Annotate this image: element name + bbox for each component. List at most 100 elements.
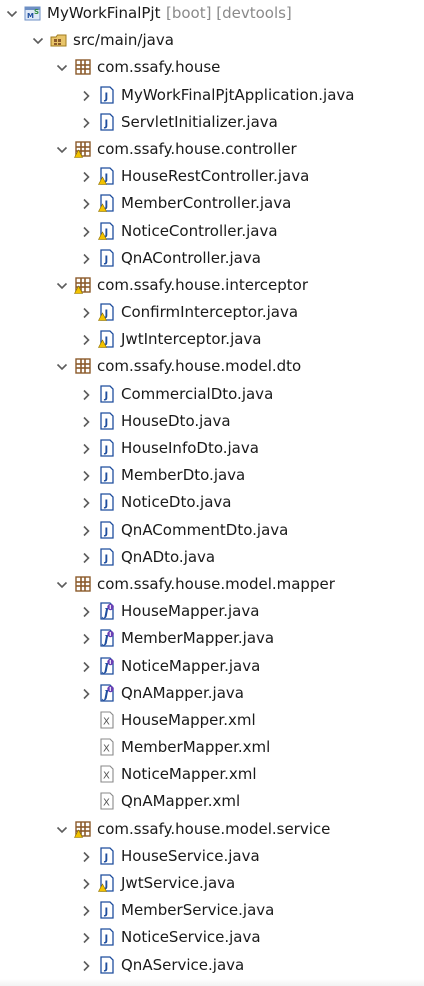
chevron-right-icon[interactable] xyxy=(80,653,94,680)
chevron-right-icon[interactable] xyxy=(80,680,94,707)
tree-item-file[interactable]: X HouseMapper.xml xyxy=(0,707,424,734)
tree-item-file[interactable]: J MemberDto.java xyxy=(0,462,424,489)
chevron-right-icon[interactable] xyxy=(80,435,94,462)
tree-item-file[interactable]: J CommercialDto.java xyxy=(0,381,424,408)
chevron-down-icon[interactable] xyxy=(56,571,70,598)
tree-item-file[interactable]: J HouseService.java xyxy=(0,843,424,870)
tree-item-label: QnADto.java xyxy=(121,547,216,566)
svg-text:J: J xyxy=(104,526,109,537)
java-class-icon: J xyxy=(98,901,116,919)
chevron-right-icon[interactable] xyxy=(80,326,94,353)
chevron-down-icon[interactable] xyxy=(32,27,46,54)
svg-text:J: J xyxy=(104,499,109,510)
chevron-right-icon[interactable] xyxy=(80,870,94,897)
chevron-right-icon[interactable] xyxy=(80,544,94,571)
tree-item-project[interactable]: M S MyWorkFinalPjt [boot] [devtools] xyxy=(0,0,424,27)
tree-item-label: com.ssafy.house.interceptor xyxy=(97,275,308,294)
tree-item-file[interactable]: X NoticeMapper.xml xyxy=(0,761,424,788)
tree-item-file[interactable]: J MyWorkFinalPjtApplication.java xyxy=(0,82,424,109)
java-class-icon: J xyxy=(98,85,116,104)
spring-project-icon: M S xyxy=(24,4,42,22)
tree-item-package[interactable]: com.ssafy.house.interceptor xyxy=(0,272,424,299)
chevron-right-icon[interactable] xyxy=(80,952,94,979)
chevron-right-icon[interactable] xyxy=(80,489,94,516)
chevron-down-icon[interactable] xyxy=(56,816,70,843)
tree-item-file[interactable]: J HouseRestController.java xyxy=(0,163,424,190)
chevron-right-icon[interactable] xyxy=(80,625,94,652)
svg-text:J: J xyxy=(104,553,109,564)
tree-item-package[interactable]: com.ssafy.house.model.mapper xyxy=(0,571,424,598)
tree-item-file[interactable]: J HouseDto.java xyxy=(0,408,424,435)
chevron-right-icon[interactable] xyxy=(80,408,94,435)
tree-item-label: com.ssafy.house.model.mapper xyxy=(97,574,335,593)
tree-item-label: NoticeMapper.xml xyxy=(121,765,257,784)
tree-item-file[interactable]: J NoticeController.java xyxy=(0,218,424,245)
tree-item-package[interactable]: com.ssafy.house.model.dto xyxy=(0,353,424,380)
svg-text:X: X xyxy=(103,771,110,782)
chevron-right-icon[interactable] xyxy=(80,245,94,272)
tree-item-file[interactable]: J QnAService.java xyxy=(0,952,424,979)
chevron-right-icon[interactable] xyxy=(80,517,94,544)
tree-item-file[interactable]: J QnACommentDto.java xyxy=(0,517,424,544)
tree-item-file[interactable]: J HouseInfoDto.java xyxy=(0,435,424,462)
chevron-down-icon[interactable] xyxy=(56,54,70,81)
tree-item-label: QnACommentDto.java xyxy=(121,520,289,539)
tree-item-file[interactable]: J JwtInterceptor.java xyxy=(0,326,424,353)
tree-item-file[interactable]: J QnAController.java xyxy=(0,245,424,272)
chevron-right-icon[interactable] xyxy=(80,163,94,190)
tree-item-file[interactable]: J JwtService.java xyxy=(0,870,424,897)
java-class-icon: J xyxy=(98,466,116,484)
tree-item-file[interactable]: J I HouseMapper.java xyxy=(0,598,424,625)
tree-item-label: HouseMapper.java xyxy=(121,602,260,621)
svg-text:I: I xyxy=(109,605,111,611)
svg-text:I: I xyxy=(109,633,111,639)
tree-item-package[interactable]: com.ssafy.house.model.service xyxy=(0,816,424,843)
chevron-right-icon[interactable] xyxy=(80,843,94,870)
java-class-warning-icon: J xyxy=(98,303,116,321)
tree-item-file[interactable]: X QnAMapper.xml xyxy=(0,788,424,815)
chevron-right-icon[interactable] xyxy=(80,598,94,625)
svg-text:J: J xyxy=(104,907,109,918)
java-class-icon: J xyxy=(98,955,116,974)
tree-item-file[interactable]: J I NoticeMapper.java xyxy=(0,653,424,680)
chevron-right-icon[interactable] xyxy=(80,924,94,951)
chevron-right-icon[interactable] xyxy=(80,299,94,326)
java-class-icon: J xyxy=(98,439,116,457)
tree-item-label: JwtInterceptor.java xyxy=(121,330,262,349)
tree-item-file[interactable]: J MemberController.java xyxy=(0,190,424,217)
chevron-down-icon[interactable] xyxy=(56,136,70,163)
chevron-right-icon[interactable] xyxy=(80,462,94,489)
chevron-right-icon[interactable] xyxy=(80,82,94,109)
tree-item-file[interactable]: J ConfirmInterceptor.java xyxy=(0,299,424,326)
chevron-down-icon[interactable] xyxy=(6,0,20,27)
java-class-warning-icon: J xyxy=(98,874,116,892)
chevron-down-icon[interactable] xyxy=(56,353,70,380)
xml-file-icon: X xyxy=(98,765,116,783)
tree-item-file[interactable]: J MemberService.java xyxy=(0,897,424,924)
tree-item-source-folder[interactable]: src/main/java xyxy=(0,27,424,54)
tree-item-file[interactable]: J NoticeService.java xyxy=(0,924,424,951)
chevron-right-icon[interactable] xyxy=(80,218,94,245)
tree-item-package[interactable]: com.ssafy.house xyxy=(0,54,424,81)
tree-item-file[interactable]: J I QnAMapper.java xyxy=(0,680,424,707)
tree-item-file[interactable]: J QnADto.java xyxy=(0,544,424,571)
tree-item-file[interactable]: J I MemberMapper.java xyxy=(0,625,424,652)
tree-item-package[interactable]: com.ssafy.house.controller xyxy=(0,136,424,163)
tree-item-file[interactable]: J NoticeDto.java xyxy=(0,489,424,516)
chevron-down-icon[interactable] xyxy=(56,272,70,299)
chevron-right-icon[interactable] xyxy=(80,190,94,217)
java-class-warning-icon: J xyxy=(98,221,116,240)
tree-item-label: NoticeController.java xyxy=(121,221,278,240)
tree-item-file[interactable]: J ServletInitializer.java xyxy=(0,109,424,136)
chevron-right-icon[interactable] xyxy=(80,381,94,408)
tree-item-file[interactable]: X MemberMapper.xml xyxy=(0,734,424,761)
java-class-warning-icon: J xyxy=(98,167,116,185)
tree-item-label: MemberMapper.xml xyxy=(121,738,271,757)
chevron-right-icon[interactable] xyxy=(80,897,94,924)
java-class-icon: J xyxy=(98,548,116,566)
java-class-icon: J xyxy=(98,847,116,865)
tree-item-label: NoticeMapper.java xyxy=(121,656,261,675)
tree-item-label: CommercialDto.java xyxy=(121,384,274,403)
tree-item-label: MemberService.java xyxy=(121,901,275,920)
chevron-right-icon[interactable] xyxy=(80,109,94,136)
